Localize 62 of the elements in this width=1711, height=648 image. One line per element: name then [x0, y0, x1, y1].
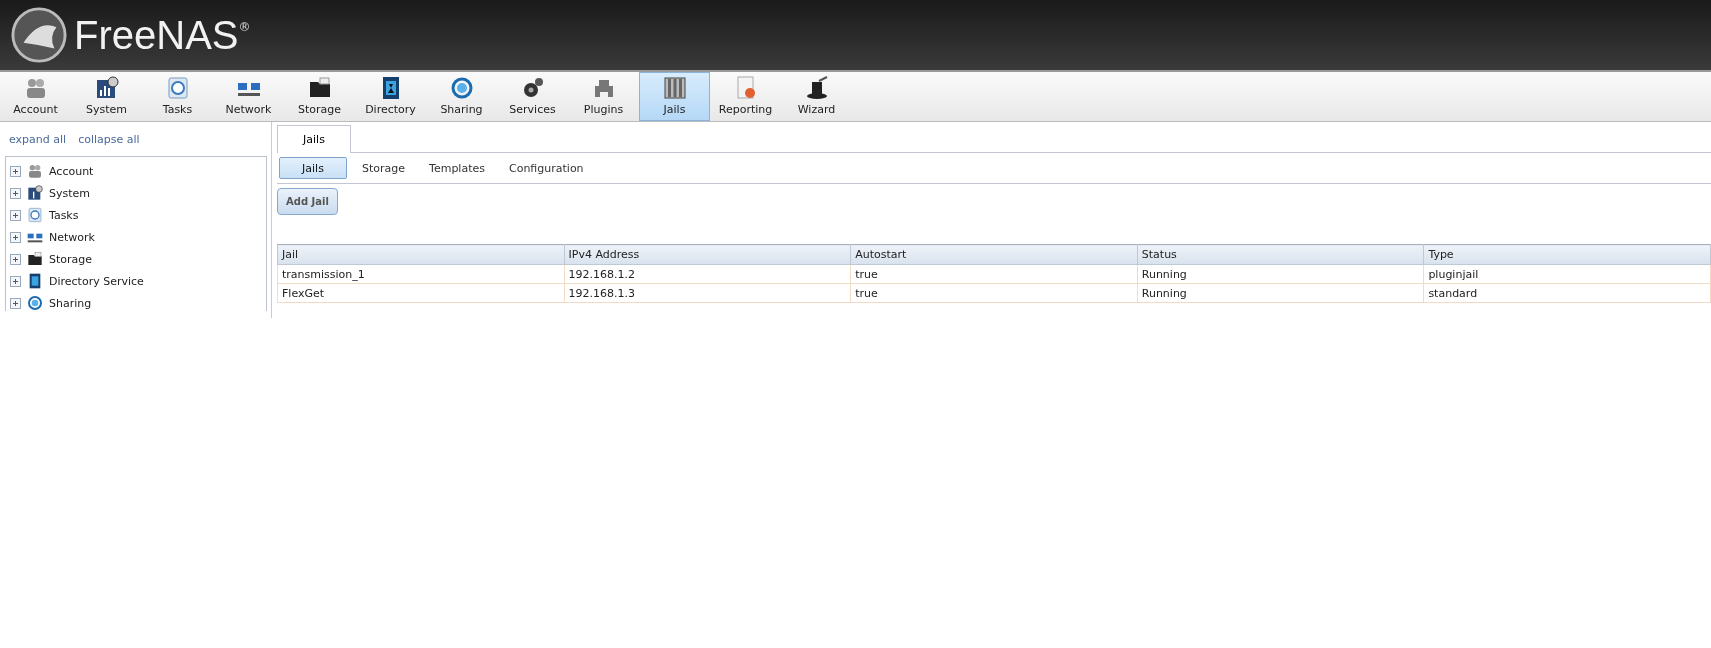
clock-icon — [165, 76, 190, 100]
subtab[interactable]: Configuration — [500, 157, 593, 179]
column-header[interactable]: Jail — [277, 244, 565, 265]
toolbar-button[interactable]: Wizard — [781, 72, 852, 121]
table-cell: 192.168.1.2 — [564, 264, 851, 284]
folder-icon — [27, 251, 43, 267]
toolbar-button[interactable]: Tasks — [142, 72, 213, 121]
expander-icon[interactable] — [10, 297, 21, 309]
toolbar-button[interactable]: Account — [0, 72, 71, 121]
logo-text: FreeNAS — [74, 12, 239, 58]
book-icon — [27, 273, 43, 289]
toolbar-button[interactable]: Network — [213, 72, 284, 121]
people-icon — [27, 163, 43, 179]
table-cell: true — [850, 283, 1138, 303]
table-cell: standard — [1423, 283, 1711, 303]
clock-icon — [27, 207, 43, 223]
tree-item[interactable]: Network — [49, 230, 95, 244]
column-header[interactable]: Status — [1137, 244, 1424, 265]
chart-icon — [94, 76, 119, 100]
table-cell: transmission_1 — [277, 264, 565, 284]
expander-icon[interactable] — [10, 231, 21, 243]
subtab[interactable]: Templates — [420, 157, 494, 179]
table-cell: FlexGet — [277, 283, 565, 303]
tree-link[interactable]: expand all — [9, 133, 67, 146]
subtab[interactable]: Jails — [279, 157, 347, 179]
tree-item[interactable]: Sharing — [49, 296, 92, 310]
expander-icon[interactable] — [10, 187, 21, 199]
chart-icon — [27, 185, 43, 201]
toolbar-button[interactable]: Sharing — [426, 72, 497, 121]
expander-icon[interactable] — [10, 209, 21, 221]
expander-icon[interactable] — [10, 275, 21, 287]
tree-item[interactable]: Account — [49, 164, 94, 178]
table-cell: 192.168.1.3 — [564, 283, 851, 303]
toolbar-button[interactable]: Directory — [355, 72, 426, 121]
subtab[interactable]: Storage — [353, 157, 415, 179]
toolbar-button[interactable]: Plugins — [568, 72, 639, 121]
tree-item[interactable]: Tasks — [49, 208, 79, 222]
toolbar-button[interactable]: System — [71, 72, 142, 121]
table-cell: Running — [1137, 264, 1424, 284]
expander-icon[interactable] — [10, 253, 21, 265]
registered-mark: ® — [238, 20, 251, 34]
table-cell: pluginjail — [1423, 264, 1711, 284]
tree-item[interactable]: Storage — [49, 252, 93, 266]
toolbar-button[interactable]: Jails — [639, 72, 710, 121]
column-header[interactable]: Type — [1423, 244, 1711, 265]
column-header[interactable]: IPv4 Address — [564, 244, 851, 265]
add-jail-button[interactable]: Add Jail — [277, 188, 338, 215]
bars-icon — [662, 76, 687, 100]
hat-icon — [804, 76, 829, 100]
toolbar-button[interactable]: Reporting — [710, 72, 781, 121]
tree-item[interactable]: System — [49, 186, 91, 200]
tab[interactable]: Jails — [277, 125, 351, 153]
table-cell: true — [850, 264, 1138, 284]
logo-icon — [10, 6, 68, 64]
toolbar-button[interactable]: Services — [497, 72, 568, 121]
column-header[interactable]: Autostart — [850, 244, 1138, 265]
folder-icon — [307, 76, 332, 100]
toolbar-button[interactable]: Storage — [284, 72, 355, 121]
tree-item[interactable]: Directory Service — [49, 274, 144, 288]
table-cell: Running — [1137, 283, 1424, 303]
expander-icon[interactable] — [10, 165, 21, 177]
tree-link[interactable]: collapse all — [78, 133, 140, 146]
